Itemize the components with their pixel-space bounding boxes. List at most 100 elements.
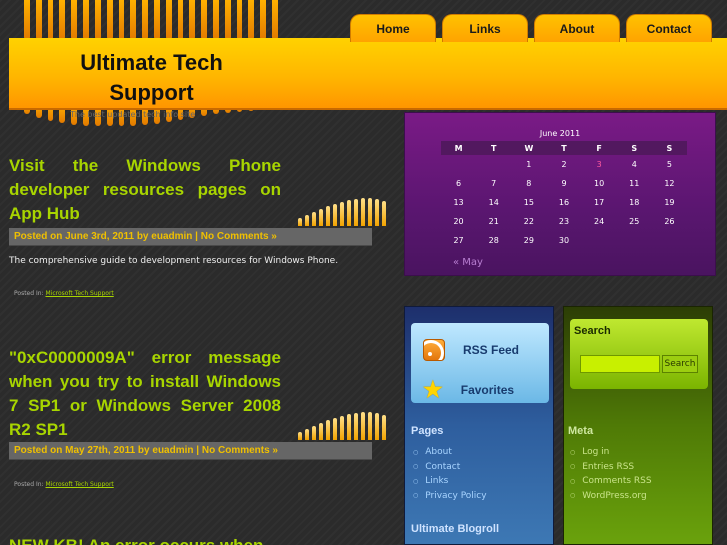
calendar-day[interactable]: 8 (511, 174, 546, 193)
list-item[interactable]: ○ WordPress.org (570, 489, 652, 504)
calendar-day[interactable]: 5 (652, 155, 687, 174)
page-link[interactable]: Links (425, 476, 448, 486)
calendar-day[interactable]: 20 (441, 212, 476, 231)
stripe (333, 204, 337, 226)
stripe (382, 201, 386, 226)
calendar-day[interactable]: 17 (582, 193, 617, 212)
pages-heading: Pages (411, 425, 444, 437)
site-tagline: The best updated tech info site (70, 110, 196, 119)
bullet-icon: ○ (413, 463, 419, 471)
calendar-caption: June 2011 (539, 129, 581, 138)
calendar-day[interactable]: 2 (546, 155, 581, 174)
calendar-day[interactable]: 12 (652, 174, 687, 193)
calendar-widget: June 2011 MTWTFSS 1 2 3 4 5 6 7 8 9 10 11 12 13 14 15 1… (404, 112, 716, 276)
search-input[interactable] (580, 355, 660, 373)
calendar-week: 12345 (441, 155, 687, 174)
calendar-day (441, 155, 476, 174)
stripe (326, 420, 330, 440)
rss-icon (423, 339, 445, 361)
calendar-day[interactable]: 28 (476, 231, 511, 250)
rss-feed-link[interactable]: RSS Feed (423, 339, 519, 361)
calendar-day[interactable]: 13 (441, 193, 476, 212)
stripe (319, 423, 323, 440)
calendar-day[interactable]: 15 (511, 193, 546, 212)
calendar-day[interactable]: 30 (546, 231, 581, 250)
calendar-day[interactable]: 6 (441, 174, 476, 193)
post-comments-link[interactable]: No Comments » (201, 231, 277, 242)
main-nav: Home Links About Contact (350, 14, 712, 42)
meta-link[interactable]: Entries RSS (582, 462, 634, 472)
calendar-day[interactable]: 22 (511, 212, 546, 231)
calendar-day[interactable]: 18 (617, 193, 652, 212)
list-item[interactable]: ○ About (413, 445, 487, 460)
nav-tab-about[interactable]: About (534, 14, 620, 42)
calendar-day[interactable]: 29 (511, 231, 546, 250)
post-title[interactable]: NEW KB! An error occurs when (9, 534, 281, 545)
calendar-day[interactable]: 9 (546, 174, 581, 193)
site-title[interactable]: Ultimate Tech Support (64, 48, 239, 108)
list-item[interactable]: ○ Privacy Policy (413, 489, 487, 504)
calendar-week: 27 28 29 30 (441, 231, 687, 250)
calendar-day[interactable]: 16 (546, 193, 581, 212)
list-item[interactable]: ○ Comments RSS (570, 474, 652, 489)
category-link[interactable]: Microsoft Tech Support (45, 290, 113, 297)
stripe (305, 215, 309, 226)
calendar-day[interactable]: 3 (582, 155, 617, 174)
page-link[interactable]: Privacy Policy (425, 491, 486, 501)
calendar-table: MTWTFSS 1 2 3 4 5 6 7 8 9 10 11 12 13 14 15 16 17 18 19 20 2… (441, 141, 687, 250)
bullet-icon: ○ (570, 463, 576, 471)
post-comments-link[interactable]: No Comments » (202, 445, 278, 456)
calendar-day[interactable]: 11 (617, 174, 652, 193)
stripe (375, 199, 379, 226)
search-button[interactable]: Search (662, 355, 698, 373)
post-title[interactable]: Visit the Windows Phone developer resour… (9, 154, 281, 226)
calendar-day[interactable]: 24 (582, 212, 617, 231)
calendar-day[interactable]: 4 (617, 155, 652, 174)
stripe (312, 426, 316, 440)
stripe (368, 412, 372, 440)
meta-link[interactable]: Comments RSS (582, 476, 651, 486)
list-item[interactable]: ○ Log in (570, 445, 652, 460)
post-title[interactable]: "0xC0000009A" error message when you try… (9, 346, 281, 442)
bullet-icon: ○ (570, 448, 576, 456)
calendar-day[interactable]: 27 (441, 231, 476, 250)
category-link[interactable]: Microsoft Tech Support (45, 481, 113, 488)
calendar-day[interactable]: 26 (652, 212, 687, 231)
page-link[interactable]: Contact (425, 462, 460, 472)
calendar-day (476, 155, 511, 174)
stripe (354, 413, 358, 440)
sidebar-right: Search Search Meta ○ Log in ○ Entries RSS … (563, 306, 713, 545)
bullet-icon: ○ (570, 492, 576, 500)
list-item[interactable]: ○ Links (413, 474, 487, 489)
list-item[interactable]: ○ Entries RSS (570, 460, 652, 475)
star-icon: ★ (423, 377, 443, 402)
nav-tab-contact[interactable]: Contact (626, 14, 712, 42)
calendar-day[interactable]: 25 (617, 212, 652, 231)
search-heading: Search (574, 325, 611, 337)
meta-link[interactable]: WordPress.org (582, 491, 646, 501)
post-meta-bar: Posted on May 27th, 2011 by euadmin | No… (9, 442, 372, 460)
calendar-day[interactable]: 21 (476, 212, 511, 231)
nav-tab-links[interactable]: Links (442, 14, 528, 42)
stripe (298, 432, 302, 440)
calendar-day[interactable]: 19 (652, 193, 687, 212)
post-meta-bar: Posted on June 3rd, 2011 by euadmin | No… (9, 228, 372, 246)
favorites-link[interactable]: ★ Favorites (423, 379, 514, 401)
nav-tab-home[interactable]: Home (350, 14, 436, 42)
meta-link[interactable]: Log in (582, 447, 609, 457)
calendar-day[interactable]: 23 (546, 212, 581, 231)
calendar-day[interactable]: 10 (582, 174, 617, 193)
calendar-day[interactable]: 14 (476, 193, 511, 212)
calendar-day[interactable]: 1 (511, 155, 546, 174)
bullet-icon: ○ (413, 477, 419, 485)
favorites-label: Favorites (460, 383, 515, 397)
calendar-prev-month-link[interactable]: « May (453, 257, 483, 268)
header-bar: Ultimate Tech Support (9, 38, 727, 110)
stripe (375, 413, 379, 440)
page-link[interactable]: About (425, 447, 452, 457)
calendar-day[interactable]: 7 (476, 174, 511, 193)
list-item[interactable]: ○ Contact (413, 460, 487, 475)
rss-feed-label: RSS Feed (463, 343, 520, 357)
stripe (298, 218, 302, 226)
blogroll-heading: Ultimate Blogroll (411, 523, 500, 535)
